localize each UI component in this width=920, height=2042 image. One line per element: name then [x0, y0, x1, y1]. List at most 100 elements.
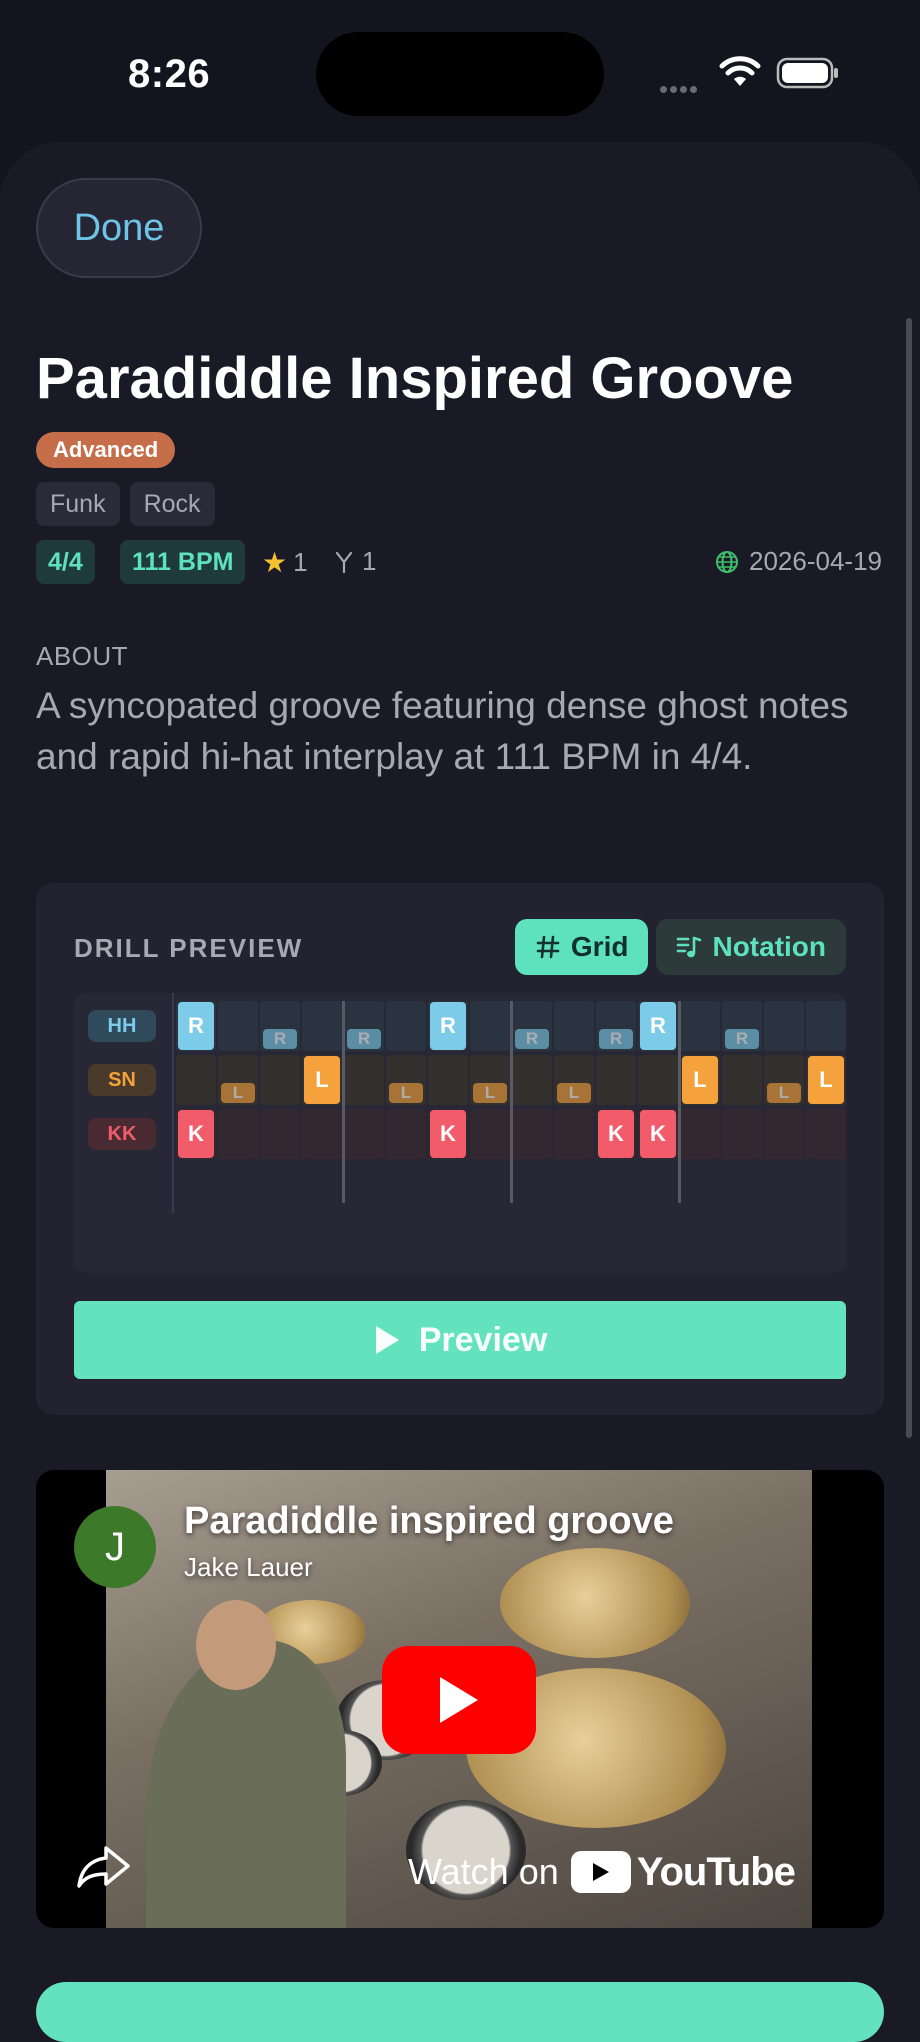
- note-hh-ghost[interactable]: R: [725, 1029, 759, 1049]
- battery-icon: [776, 57, 838, 89]
- note-hh-ghost[interactable]: R: [347, 1029, 381, 1049]
- grid-cell[interactable]: [386, 1001, 426, 1051]
- channel-name[interactable]: Jake Lauer: [184, 1552, 313, 1583]
- grid-cell[interactable]: [176, 1055, 216, 1105]
- video-title[interactable]: Paradiddle inspired groove: [184, 1500, 674, 1543]
- note-kk-accent[interactable]: K: [178, 1110, 214, 1158]
- note-hh-accent[interactable]: R: [430, 1002, 466, 1050]
- cellular-signal-icon: [660, 80, 704, 93]
- globe-icon: [716, 550, 738, 573]
- primary-action-button[interactable]: [36, 1982, 884, 2042]
- star-count-value: 1: [293, 547, 308, 577]
- wifi-icon: [719, 56, 761, 86]
- beat-divider: [342, 1001, 345, 1203]
- grid-cell[interactable]: [806, 1001, 846, 1051]
- grid-cell[interactable]: [428, 1055, 468, 1105]
- publish-date: 2026-04-19: [715, 546, 882, 577]
- beat-divider: [510, 1001, 513, 1203]
- grid-label-divider: [172, 993, 174, 1213]
- grid-cell[interactable]: [302, 1109, 342, 1159]
- play-icon: [440, 1677, 478, 1723]
- note-sn-ghost[interactable]: L: [473, 1083, 507, 1103]
- status-bar: 8:26: [0, 0, 920, 140]
- fork-icon: [335, 551, 353, 573]
- grid-cell[interactable]: [512, 1109, 552, 1159]
- lane-label-hh: HH: [88, 1010, 156, 1042]
- grid-cell[interactable]: [764, 1001, 804, 1051]
- note-sn-accent[interactable]: L: [808, 1056, 844, 1104]
- grid-cell[interactable]: [260, 1055, 300, 1105]
- share-icon[interactable]: [76, 1842, 132, 1890]
- grid-cell[interactable]: [722, 1109, 762, 1159]
- grid-icon: [536, 935, 560, 959]
- drill-preview-card: DRILL PREVIEW Grid Notation HH R R R R R R R R SN…: [36, 883, 884, 1415]
- grid-cell[interactable]: [638, 1055, 678, 1105]
- grid-cell[interactable]: [596, 1055, 636, 1105]
- note-sn-ghost[interactable]: L: [767, 1083, 801, 1103]
- grid-cell[interactable]: [302, 1001, 342, 1051]
- tempo-chip: 111 BPM: [120, 540, 246, 584]
- star-icon: ★: [262, 547, 288, 578]
- lane-label-kk: KK: [88, 1118, 156, 1150]
- drum-grid[interactable]: HH R R R R R R R R SN L L L L L L L L KK K K K K: [74, 993, 846, 1273]
- grid-cell[interactable]: [554, 1109, 594, 1159]
- grid-cell[interactable]: [218, 1001, 258, 1051]
- tag-list: Funk Rock: [36, 482, 215, 526]
- grid-view-button[interactable]: Grid: [514, 919, 649, 975]
- grid-cell[interactable]: [722, 1055, 762, 1105]
- note-hh-accent[interactable]: R: [178, 1002, 214, 1050]
- note-hh-ghost[interactable]: R: [599, 1029, 633, 1049]
- preview-button[interactable]: Preview: [74, 1301, 846, 1379]
- fork-count-value: 1: [362, 546, 377, 576]
- star-count[interactable]: ★ 1: [262, 546, 308, 579]
- grid-cell[interactable]: [470, 1001, 510, 1051]
- note-hh-ghost[interactable]: R: [263, 1029, 297, 1049]
- grid-cell[interactable]: [218, 1109, 258, 1159]
- grid-cell[interactable]: [806, 1109, 846, 1159]
- grid-cell[interactable]: [680, 1109, 720, 1159]
- note-hh-ghost[interactable]: R: [515, 1029, 549, 1049]
- level-badge: Advanced: [36, 432, 176, 468]
- grid-cell[interactable]: [470, 1109, 510, 1159]
- view-toggle: Grid Notation: [514, 919, 846, 975]
- note-sn-ghost[interactable]: L: [389, 1083, 423, 1103]
- channel-avatar[interactable]: J: [74, 1506, 156, 1588]
- done-button[interactable]: Done: [36, 178, 202, 278]
- youtube-embed[interactable]: J Paradiddle inspired groove Jake Lauer …: [36, 1470, 884, 1928]
- tag-chip[interactable]: Rock: [129, 482, 215, 526]
- grid-cell[interactable]: [512, 1055, 552, 1105]
- youtube-play-button[interactable]: [382, 1646, 536, 1754]
- scroll-indicator[interactable]: [906, 318, 912, 1438]
- page-title: Paradiddle Inspired Groove: [36, 346, 794, 411]
- grid-cell[interactable]: [344, 1055, 384, 1105]
- meta-row: 4/4 111 BPM ★ 1 1 2026-04-19: [36, 540, 882, 584]
- note-kk-accent[interactable]: K: [430, 1110, 466, 1158]
- grid-cell[interactable]: [260, 1109, 300, 1159]
- note-hh-accent[interactable]: R: [640, 1002, 676, 1050]
- time-signature-chip: 4/4: [36, 540, 95, 584]
- music-note-list-icon: [677, 936, 702, 958]
- watch-on-label: Watch on: [408, 1851, 559, 1892]
- publish-date-value: 2026-04-19: [749, 546, 882, 576]
- grid-cell[interactable]: [764, 1109, 804, 1159]
- tag-chip[interactable]: Funk: [36, 482, 120, 526]
- grid-cell[interactable]: [680, 1001, 720, 1051]
- note-sn-ghost[interactable]: L: [557, 1083, 591, 1103]
- note-kk-accent[interactable]: K: [640, 1110, 676, 1158]
- watch-on-youtube-button[interactable]: Watch on YouTube: [408, 1840, 796, 1904]
- play-icon: [375, 1326, 399, 1354]
- note-kk-accent[interactable]: K: [598, 1110, 634, 1158]
- note-sn-accent[interactable]: L: [682, 1056, 718, 1104]
- youtube-brand: YouTube: [636, 1849, 796, 1894]
- grid-cell[interactable]: [344, 1109, 384, 1159]
- beat-divider: [678, 1001, 681, 1203]
- note-sn-ghost[interactable]: L: [221, 1083, 255, 1103]
- note-sn-accent[interactable]: L: [304, 1056, 340, 1104]
- youtube-logo: YouTube: [570, 1849, 796, 1895]
- grid-cell[interactable]: [554, 1001, 594, 1051]
- about-label: ABOUT: [36, 641, 129, 671]
- grid-view-label: Grid: [570, 931, 629, 962]
- notation-view-button[interactable]: Notation: [656, 919, 846, 975]
- fork-count[interactable]: 1: [332, 546, 376, 577]
- grid-cell[interactable]: [386, 1109, 426, 1159]
